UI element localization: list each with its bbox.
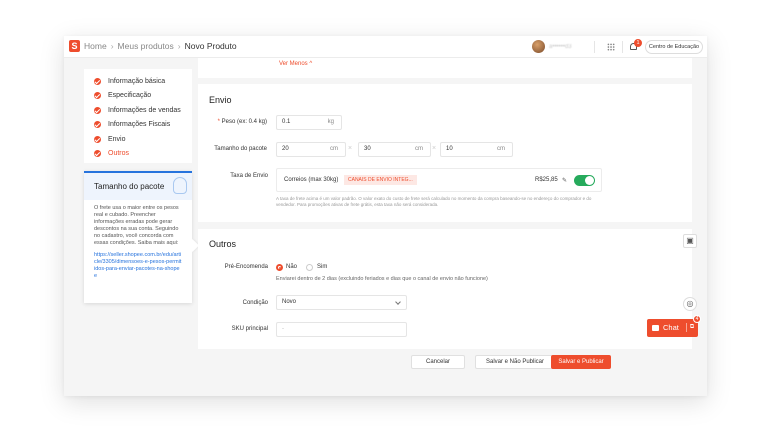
length-input[interactable]: 20 cm [276,142,346,157]
divider [594,41,595,53]
avatar [532,40,545,53]
preorder-no-label[interactable]: Não [286,264,297,270]
tip-header: Tamanho do pacote [84,173,192,200]
nav-item-label: Especificação [108,92,152,100]
nav-item-sales-info[interactable]: Informações de vendas [84,103,192,118]
preorder-no-radio[interactable] [276,264,283,271]
breadcrumb-home[interactable]: Home [84,41,107,51]
preorder-yes-label[interactable]: Sim [317,264,327,270]
height-unit: cm [497,146,505,152]
support-headset-icon[interactable]: ◎ [683,297,697,311]
package-size-tip: Tamanho do pacote O frete usa o maior en… [84,171,199,303]
length-unit: cm [330,146,338,152]
save-publish-button[interactable]: Salvar e Publicar [551,355,611,369]
sku-label: SKU principal [231,326,268,332]
breadcrumb-separator-icon: › [110,41,114,51]
tip-text: O frete usa o maior entre os pesos real … [94,205,179,246]
nav-item-label: Informação básica [108,77,166,85]
height-value: 10 [446,146,453,152]
others-title: Outros [209,239,237,249]
nav-item-label: Outros [108,150,130,158]
nav-item-specification[interactable]: Especificação [84,89,192,104]
carrier-enable-toggle[interactable] [574,175,595,186]
weight-unit: kg [327,119,334,125]
sku-placeholder: - [282,326,284,332]
shipping-fee-note: A taxa de frete acima é um valor padrão.… [276,196,592,207]
others-section: Outros Pré-Encomenda Não Sim Enviarei de… [198,229,692,349]
package-size-label: Tamanho do pacote [214,146,267,152]
user-menu[interactable]: a••••••d3 [532,40,572,53]
width-value: 30 [364,146,371,152]
condition-label: Condição [242,300,268,306]
chat-label: Chat [663,323,679,332]
breadcrumb-separator-icon: › [177,41,181,51]
preorder-label: Pré-Encomenda [224,264,268,270]
shipping-section: Envio * Peso (ex: 0.4 kg) 0.1 kg Tamanho… [198,84,692,222]
top-bar: S Home › Meus produtos › Novo Produto a•••••… [64,36,707,58]
apps-grid-icon[interactable] [607,43,615,51]
edit-pencil-icon[interactable]: ✎ [562,177,567,184]
check-circle-icon [94,92,101,100]
required-marker: * [217,119,220,125]
product-preview-icon[interactable]: ▣ [683,234,697,248]
carrier-name: Correios (max 30kg) [284,177,339,183]
multiply-icon: × [348,145,353,152]
multiply-icon: × [432,145,437,152]
condition-select[interactable]: Novo [276,295,407,310]
integrated-channel-tag: CANAIS DE ENVIO INTEG... [344,175,417,185]
weight-value: 0.1 [282,119,291,125]
chat-badge: 4 [693,315,701,323]
breadcrumb: Home › Meus produtos › Novo Produto [84,41,237,51]
section-nav: Informação básica Especificação Informaç… [84,69,192,163]
shopee-logo[interactable]: S [69,40,80,52]
preorder-yes-radio[interactable] [306,264,313,271]
notification-badge: 1 [634,39,642,47]
check-circle-icon [94,135,101,143]
user-name: a••••••d3 [549,43,572,50]
notification-bell-icon[interactable]: 1 [629,39,642,52]
nav-item-label: Informações Fiscais [108,121,171,129]
width-input[interactable]: 30 cm [358,142,431,157]
save-unpublished-button[interactable]: Salvar e Não Publicar [475,355,555,369]
height-input[interactable]: 10 cm [440,142,513,157]
nav-item-others[interactable]: Outros [84,147,192,162]
tip-help-link[interactable]: https://seller.shopee.com.br/edu/article… [94,252,182,280]
specification-card-bottom: Ver Menos ^ [198,58,692,78]
breadcrumb-my-products[interactable]: Meus produtos [118,41,174,51]
weight-label-text: Peso (ex: 0.4 kg) [221,119,267,125]
lightbulb-icon [173,177,187,194]
check-circle-icon [94,150,101,158]
nav-item-fiscal-info[interactable]: Informações Fiscais [84,118,192,133]
chat-button[interactable]: Chat ⧉ 4 [647,315,701,337]
chat-window-icon: ⧉ [686,323,695,332]
check-circle-icon [94,106,101,114]
shipping-fee-label: Taxa de Envio [230,173,268,179]
app-window: S Home › Meus produtos › Novo Produto a•••••… [64,36,707,396]
chevron-down-icon [395,299,401,305]
tip-title: Tamanho do pacote [94,182,165,191]
cancel-button[interactable]: Cancelar [411,355,465,369]
nav-item-shipping[interactable]: Envio [84,132,192,147]
sku-input[interactable]: - [276,322,407,337]
weight-input[interactable]: 0.1 kg [276,115,342,130]
chat-bubble-icon [652,325,659,331]
check-circle-icon [94,77,101,85]
nav-item-basic-info[interactable]: Informação básica [84,74,192,89]
length-value: 20 [282,146,289,152]
shipping-title: Envio [209,95,232,105]
preorder-hint: Enviarei dentro de 2 dias (excluindo fer… [276,276,488,282]
education-center-button[interactable]: Centro de Educação [645,40,703,54]
nav-item-label: Informações de vendas [108,106,181,114]
width-unit: cm [415,146,423,152]
divider [622,41,623,53]
condition-value: Novo [282,299,297,305]
tip-body: O frete usa o maior entre os pesos real … [84,200,192,285]
shipping-channel-row: Correios (max 30kg) CANAIS DE ENVIO INTE… [276,168,602,192]
nav-item-label: Envio [108,135,126,143]
weight-label: * Peso (ex: 0.4 kg) [207,119,267,125]
breadcrumb-current: Novo Produto [184,41,237,51]
carrier-price: R$25,85 [535,177,558,183]
check-circle-icon [94,121,101,129]
show-less-link[interactable]: Ver Menos ^ [279,61,312,67]
